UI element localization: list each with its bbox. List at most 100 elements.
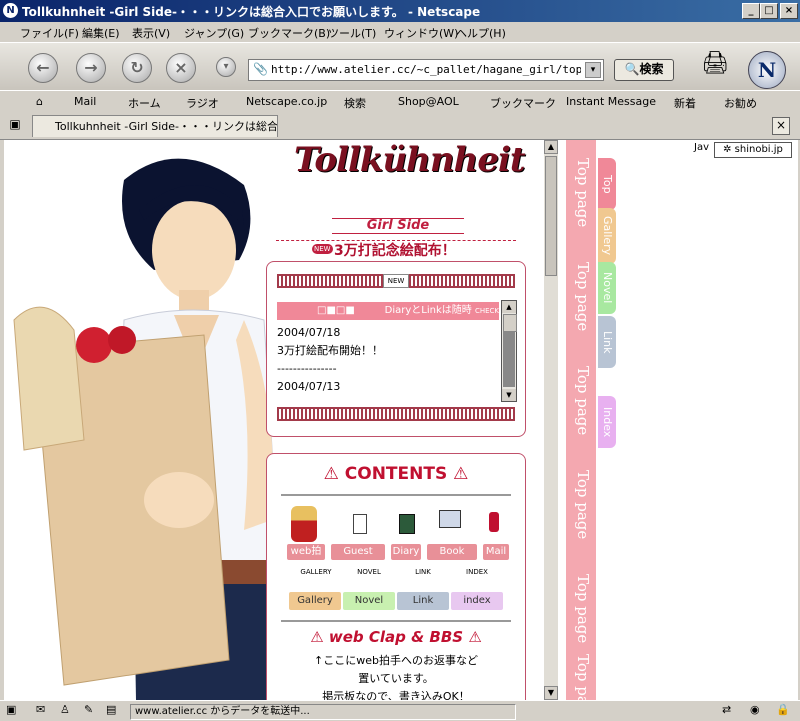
shinobi-ad-badge[interactable]: ✲ shinobi.jp: [714, 142, 792, 158]
top-page-link[interactable]: Top page: [570, 262, 592, 331]
home-toolbar-icon[interactable]: ⌂: [36, 95, 43, 108]
close-tab-button[interactable]: ×: [772, 117, 790, 135]
menu-novel-button[interactable]: Novel: [343, 592, 395, 610]
new-tab-icon[interactable]: ▣: [6, 117, 24, 135]
component-bar-address-icon[interactable]: ▤: [106, 703, 116, 716]
privacy-eye-icon[interactable]: ◉: [750, 703, 760, 716]
component-bar-navigator-icon[interactable]: ▣: [6, 703, 16, 716]
menu-bookmarks[interactable]: ブックマーク(B): [248, 25, 330, 41]
bookmark-mail[interactable]: Mail: [74, 95, 96, 108]
bookmark-search[interactable]: 検索: [344, 95, 366, 111]
menu-window[interactable]: ウィンドウ(W): [384, 25, 458, 41]
news-list[interactable]: 2004/07/18 3万打絵配布開始！！ --------------- 20…: [277, 324, 497, 398]
menu-bookmark-button[interactable]: Book Mark: [427, 544, 477, 573]
menu-view[interactable]: 表示(V): [132, 25, 170, 41]
menu-guestbook-button[interactable]: Guest Book: [331, 544, 385, 573]
page-scroll-down-icon[interactable]: ▼: [544, 686, 558, 700]
mailbox-icon: [489, 512, 499, 532]
news-scrollbar[interactable]: ▲ ▼: [501, 300, 517, 402]
status-text: www.atelier.cc からデータを転送中...: [130, 704, 516, 720]
news-separator: ---------------: [277, 362, 337, 375]
side-navigation-frame: Jav ✲ shinobi.jp Top page Top page Top p…: [558, 140, 798, 700]
top-page-link[interactable]: Top page: [570, 366, 592, 435]
diary-book-icon: [399, 514, 415, 534]
top-page-link[interactable]: Top page: [570, 654, 592, 700]
gallery-icon-label: GALLERY: [300, 568, 332, 576]
web-clap-line: ↑ここにweb拍手へのお返事など: [314, 654, 478, 667]
link-icon-label: LINK: [415, 568, 431, 576]
netscape-logo[interactable]: N: [748, 51, 786, 89]
top-page-link[interactable]: Top page: [570, 158, 592, 227]
maximize-button[interactable]: □: [760, 3, 778, 19]
component-bar-aim-icon[interactable]: ♙: [60, 703, 70, 716]
menu-gallery-button[interactable]: Gallery: [289, 592, 341, 610]
top-page-link[interactable]: Top page: [570, 470, 592, 539]
history-dropdown-button[interactable]: ▾: [216, 57, 236, 77]
site-logo-title: Tollkühnheit: [294, 140, 526, 180]
tab-link[interactable]: Link: [598, 316, 616, 368]
bookmark-new[interactable]: 新着: [674, 95, 696, 111]
tab-label: Tollkuhnheit -Girl Side-・・・リンクは総合入...: [55, 120, 278, 133]
scroll-up-arrow-icon[interactable]: ▲: [502, 301, 516, 313]
ad-prefix: Jav: [694, 142, 709, 153]
component-bar-mail-icon[interactable]: ✉: [36, 703, 45, 716]
stop-button[interactable]: ×: [166, 53, 196, 83]
forward-button[interactable]: →: [76, 53, 106, 83]
menu-index-button[interactable]: index: [451, 592, 503, 610]
menu-tools[interactable]: ツール(T): [328, 25, 376, 41]
status-bar: ▣ ✉ ♙ ✎ ▤ www.atelier.cc からデータを転送中... ⇄ …: [0, 700, 800, 721]
component-bar-composer-icon[interactable]: ✎: [84, 703, 93, 716]
bookmark-shop-aol[interactable]: Shop@AOL: [398, 95, 459, 108]
news-date: 2004/07/13: [277, 380, 341, 393]
tab-current[interactable]: Tollkuhnheit -Girl Side-・・・リンクは総合入...: [32, 115, 278, 137]
menu-link-button[interactable]: Link: [397, 592, 449, 610]
news-scroll-track[interactable]: [503, 331, 515, 387]
window-title-bar[interactable]: N Tollkuhnheit -Girl Side-・・・リンクは総合入口でお願…: [0, 0, 800, 22]
back-button[interactable]: ←: [28, 53, 58, 83]
menu-help[interactable]: ヘルプ(H): [456, 25, 506, 41]
bookmark-instant-message[interactable]: Instant Message: [566, 95, 656, 108]
menu-diary-button[interactable]: Diary: [391, 544, 421, 560]
bookmark-home[interactable]: ホーム: [128, 95, 161, 111]
bookmark-folder[interactable]: ブックマーク: [490, 95, 556, 111]
computer-icon: [439, 510, 461, 528]
shinobi-ad-label: shinobi.jp: [734, 144, 783, 155]
web-clap-title-text: web Clap & BBS: [328, 628, 464, 646]
warning-icon: ⚠: [453, 464, 469, 484]
menu-webclap-button[interactable]: web拍手: [287, 544, 325, 573]
new-badge: NEW: [312, 244, 333, 254]
bookmark-netscape[interactable]: Netscape.co.jp: [246, 95, 327, 108]
reload-button[interactable]: ↻: [122, 53, 152, 83]
bookmark-radio[interactable]: ラジオ: [186, 95, 219, 111]
page-scroll-up-icon[interactable]: ▲: [544, 140, 558, 154]
top-page-link[interactable]: Top page: [570, 574, 592, 643]
chevron-down-icon: ▾: [223, 61, 229, 72]
scroll-down-arrow-icon[interactable]: ▼: [502, 389, 516, 401]
menu-bar: ファイル(F) 編集(E) 表示(V) ジャンプ(G) ブックマーク(B) ツー…: [0, 22, 800, 42]
menu-go[interactable]: ジャンプ(G): [184, 25, 244, 41]
tab-index[interactable]: Index: [598, 396, 616, 448]
page-scroll-thumb[interactable]: [545, 156, 557, 276]
security-lock-icon[interactable]: 🔒: [776, 703, 790, 716]
guestbook-icon: [353, 514, 367, 534]
warning-icon: ⚠: [468, 628, 482, 646]
bookmark-recommend[interactable]: お勧め: [724, 95, 757, 111]
search-button[interactable]: 🔍検索: [614, 59, 674, 81]
index-icon-label: INDEX: [466, 568, 488, 576]
minimize-button[interactable]: _: [742, 3, 760, 19]
news-scroll-thumb[interactable]: [503, 314, 517, 332]
menu-edit[interactable]: 編集(E): [82, 25, 120, 41]
page-scrollbar[interactable]: ▲ ▼: [544, 140, 558, 700]
page-content-frame: Tollkühnheit Girl Side NEW 3万打記念絵配布！ NEW…: [4, 140, 544, 700]
tab-top[interactable]: Top: [598, 158, 616, 210]
url-dropdown-icon[interactable]: ▾: [585, 62, 601, 78]
close-window-button[interactable]: ×: [780, 3, 798, 19]
url-field[interactable]: 📎 http://www.atelier.cc/~c_pallet/hagane…: [248, 59, 604, 81]
tab-gallery[interactable]: Gallery: [598, 208, 616, 264]
menu-file[interactable]: ファイル(F): [20, 25, 79, 41]
print-icon[interactable]: 🖨: [700, 51, 730, 81]
menu-mail-button[interactable]: Mail: [483, 544, 509, 560]
tab-novel[interactable]: Novel: [598, 262, 616, 314]
headline: 3万打記念絵配布！: [334, 243, 456, 259]
novel-icon-label: NOVEL: [357, 568, 381, 576]
